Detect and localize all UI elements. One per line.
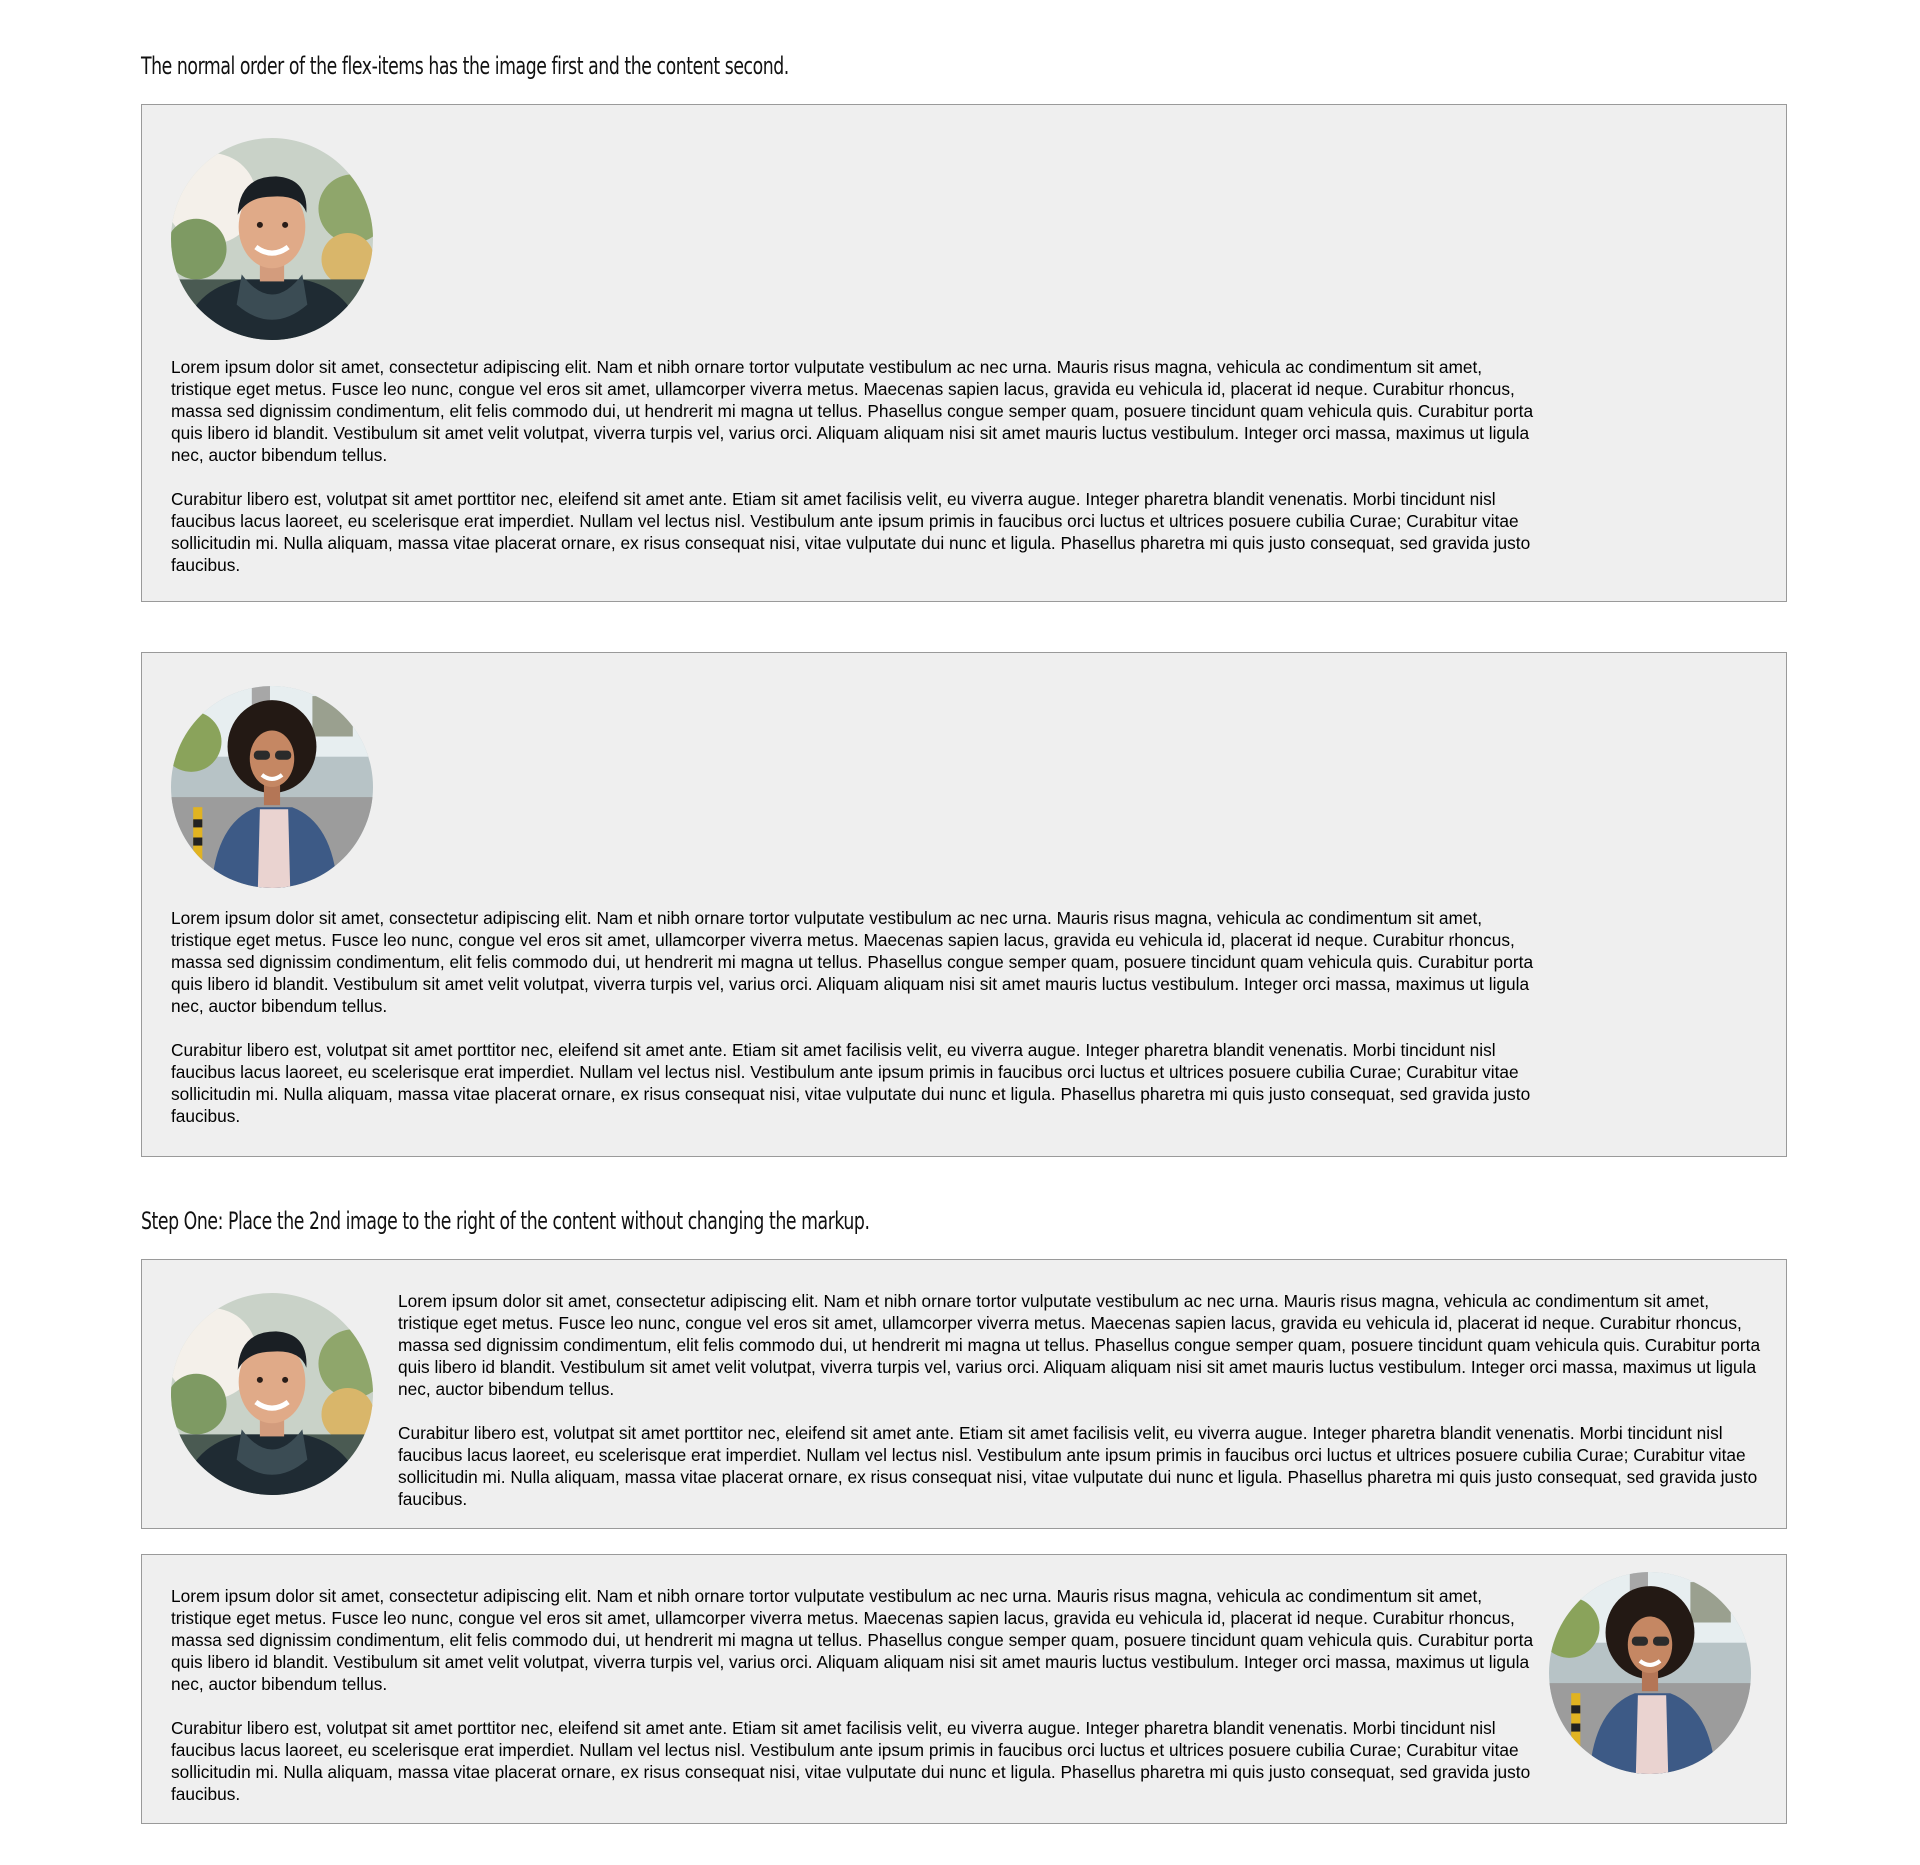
woman-portrait-image <box>171 686 373 888</box>
man-portrait-icon <box>171 1293 373 1495</box>
man-portrait-image <box>171 138 373 340</box>
card-content: Lorem ipsum dolor sit amet, consectetur … <box>398 1290 1762 1510</box>
card-content: Lorem ipsum dolor sit amet, consectetur … <box>171 356 1545 576</box>
woman-portrait-image <box>1549 1572 1751 1774</box>
content-paragraph-1: Lorem ipsum dolor sit amet, consectetur … <box>171 1586 1534 1694</box>
woman-portrait-icon <box>171 686 373 888</box>
woman-portrait-icon <box>1549 1572 1751 1774</box>
card-woman-stacked: Lorem ipsum dolor sit amet, consectetur … <box>141 652 1787 1157</box>
content-paragraph-1: Lorem ipsum dolor sit amet, consectetur … <box>171 357 1534 465</box>
card-man-stacked: Lorem ipsum dolor sit amet, consectetur … <box>141 104 1787 602</box>
card-content: Lorem ipsum dolor sit amet, consectetur … <box>171 907 1545 1127</box>
content-paragraph-2: Curabitur libero est, volutpat sit amet … <box>171 1040 1531 1126</box>
man-portrait-icon <box>171 138 373 340</box>
page: The normal order of the flex-items has t… <box>0 0 1920 1865</box>
content-paragraph-2: Curabitur libero est, volutpat sit amet … <box>171 1718 1531 1804</box>
card-content: Lorem ipsum dolor sit amet, consectetur … <box>171 1585 1545 1805</box>
content-paragraph-2: Curabitur libero est, volutpat sit amet … <box>398 1423 1758 1509</box>
card-woman-row-reversed: Lorem ipsum dolor sit amet, consectetur … <box>141 1554 1787 1824</box>
man-portrait-image <box>171 1293 373 1495</box>
content-paragraph-1: Lorem ipsum dolor sit amet, consectetur … <box>171 908 1534 1016</box>
card-man-row: Lorem ipsum dolor sit amet, consectetur … <box>141 1259 1787 1529</box>
content-paragraph-2: Curabitur libero est, volutpat sit amet … <box>171 489 1531 575</box>
content-paragraph-1: Lorem ipsum dolor sit amet, consectetur … <box>398 1291 1761 1399</box>
section-heading-step-one: Step One: Place the 2nd image to the rig… <box>141 1207 870 1235</box>
section-heading-normal: The normal order of the flex-items has t… <box>141 52 789 80</box>
